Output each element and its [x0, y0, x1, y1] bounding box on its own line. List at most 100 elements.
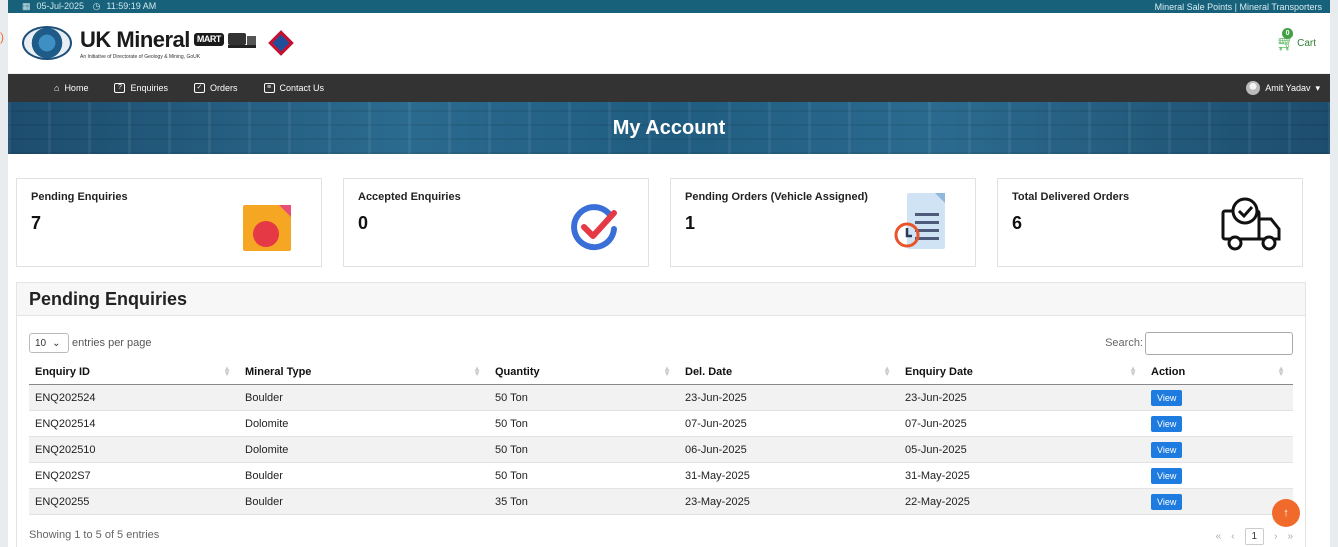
user-name: Amit Yadav [1265, 83, 1311, 93]
card-accepted-enquiries[interactable]: Accepted Enquiries 0 [343, 178, 649, 267]
document-icon [243, 205, 291, 251]
nav-contact[interactable]: ≡ Contact Us [263, 83, 324, 93]
logo-truck-icon [227, 32, 256, 48]
card-delivered-orders[interactable]: Total Delivered Orders 6 [997, 178, 1303, 267]
quantity-cell: 50 Ton [489, 410, 679, 437]
enquiry-id-cell: ENQ202S7 [29, 462, 239, 489]
del-date-cell: 07-Jun-2025 [679, 410, 899, 437]
per-page-select[interactable]: 10 ⌄ [29, 333, 69, 353]
view-button[interactable]: View [1151, 493, 1183, 510]
calendar-icon: ▦ [22, 1, 31, 11]
sort-icon: ▲ ▼ [1277, 364, 1285, 378]
avatar [1246, 81, 1261, 95]
table-row: ENQ20255 Boulder 35 Ton 23-May-2025 22-M… [29, 488, 1293, 515]
column-header[interactable]: Quantity ▲ ▼ [489, 360, 679, 385]
clipboard-icon: ✓ [193, 83, 205, 93]
user-menu[interactable]: Amit Yadav ▾ [1246, 81, 1320, 95]
stat-cards: Pending Enquiries 7 Accepted Enquiries 0… [16, 178, 1306, 267]
enquiry-id-cell: ENQ202524 [29, 384, 239, 411]
del-date-cell: 23-Jun-2025 [679, 384, 899, 411]
delivery-truck-icon [1221, 197, 1281, 251]
sort-icon: ▲ ▼ [663, 364, 671, 378]
top-info-bar: ▦ 05-Jul-2025 ◷ 11:59:19 AM Mineral Sale P… [8, 0, 1330, 13]
site-logo[interactable]: UK Mineral MART An Initiative of Directo… [80, 27, 256, 60]
top-links[interactable]: Mineral Sale Points | Mineral Transporte… [1155, 2, 1322, 12]
del-date-cell: 23-May-2025 [679, 488, 899, 515]
column-label: Del. Date [685, 366, 733, 378]
nav-home-label: Home [64, 83, 89, 93]
sort-icon: ▲ ▼ [1129, 364, 1137, 378]
table-row: ENQ202524 Boulder 50 Ton 23-Jun-2025 23-… [29, 384, 1293, 411]
arrow-up-icon: ↑ [1283, 507, 1289, 519]
edge-indicator: ) [0, 30, 4, 44]
column-header[interactable]: Mineral Type ▲ ▼ [239, 360, 489, 385]
del-date-cell: 06-Jun-2025 [679, 436, 899, 463]
logo-tagline: An Initiative of Directorate of Geology … [80, 53, 201, 60]
mineral-type-cell: Boulder [239, 384, 489, 411]
cart-count-badge: 0 [1282, 28, 1294, 39]
date-text: 05-Jul-2025 [36, 1, 85, 11]
nav-orders[interactable]: ✓ Orders [193, 83, 238, 93]
pagination: « ‹ 1 › » [1216, 528, 1293, 545]
page-banner: My Account [8, 102, 1330, 154]
enquiry-date-cell: 07-Jun-2025 [899, 410, 1145, 437]
clock-document-icon [894, 193, 945, 249]
cart-label: Cart [1297, 37, 1316, 49]
section-header: Pending Enquiries [17, 283, 1305, 316]
enquiry-id-cell: ENQ20255 [29, 488, 239, 515]
search-control: Search: [1105, 331, 1293, 355]
sort-icon: ▲ ▼ [223, 364, 231, 378]
nav-orders-label: Orders [209, 83, 238, 93]
scroll-to-top-button[interactable]: ↑ [1272, 499, 1300, 527]
clock-icon: ◷ [92, 1, 101, 11]
last-page-button[interactable]: » [1287, 531, 1293, 542]
first-page-button[interactable]: « [1216, 531, 1222, 542]
enquiries-table: Enquiry ID ▲ ▼ Mineral Type ▲ ▼ Quantity ▲ ▼ D… [29, 360, 1293, 515]
nav-home[interactable]: ⌂ Home [54, 83, 88, 93]
search-label: Search: [1105, 337, 1143, 349]
action-cell: View [1145, 488, 1293, 515]
enquiry-date-cell: 23-Jun-2025 [899, 384, 1145, 411]
column-header[interactable]: Del. Date ▲ ▼ [679, 360, 899, 385]
view-button[interactable]: View [1151, 467, 1183, 484]
quantity-cell: 35 Ton [489, 488, 679, 515]
column-label: Mineral Type [245, 366, 312, 378]
column-header[interactable]: Enquiry ID ▲ ▼ [29, 360, 239, 385]
view-button[interactable]: View [1151, 415, 1183, 432]
page-1-button[interactable]: 1 [1244, 528, 1265, 545]
action-cell: View [1145, 384, 1293, 411]
table-row: ENQ202S7 Boulder 50 Ton 31-May-2025 31-M… [29, 462, 1293, 489]
sort-icon: ▲ ▼ [883, 364, 891, 378]
view-button[interactable]: View [1151, 389, 1183, 406]
nav-enquiries-label: Enquiries [130, 83, 168, 93]
column-header[interactable]: Action ▲ ▼ [1145, 360, 1293, 385]
column-label: Enquiry ID [35, 366, 91, 378]
nav-enquiries[interactable]: ? Enquiries [114, 83, 168, 93]
mineral-type-cell: Dolomite [239, 436, 489, 463]
enquiry-id-cell: ENQ202514 [29, 410, 239, 437]
column-header[interactable]: Enquiry Date ▲ ▼ [899, 360, 1145, 385]
action-cell: View [1145, 462, 1293, 489]
department-logo-icon [268, 30, 294, 56]
per-page-label: entries per page [72, 337, 152, 349]
card-pending-orders[interactable]: Pending Orders (Vehicle Assigned) 1 [670, 178, 976, 267]
table-header-row: Enquiry ID ▲ ▼ Mineral Type ▲ ▼ Quantity ▲ ▼ D… [29, 360, 1293, 385]
prev-page-button[interactable]: ‹ [1231, 531, 1234, 542]
next-page-button[interactable]: › [1274, 531, 1277, 542]
state-emblem-icon [22, 26, 72, 60]
table-row: ENQ202514 Dolomite 50 Ton 07-Jun-2025 07… [29, 410, 1293, 437]
view-button[interactable]: View [1151, 441, 1183, 458]
del-date-cell: 31-May-2025 [679, 462, 899, 489]
column-label: Action [1151, 366, 1186, 378]
datetime: ▦ 05-Jul-2025 ◷ 11:59:19 AM [22, 1, 162, 12]
card-pending-enquiries[interactable]: Pending Enquiries 7 [16, 178, 322, 267]
quantity-cell: 50 Ton [489, 436, 679, 463]
message-icon: ≡ [263, 83, 275, 93]
per-page-value: 10 [35, 337, 47, 349]
pending-enquiries-section: Pending Enquiries 10 ⌄ entries per page … [16, 282, 1306, 547]
cart-link[interactable]: 🛒︎ 0 Cart [1276, 28, 1316, 52]
search-input[interactable] [1145, 331, 1293, 355]
section-title: Pending Enquiries [29, 289, 188, 309]
home-icon: ⌂ [54, 83, 60, 93]
chevron-down-icon: ▾ [1315, 82, 1320, 93]
